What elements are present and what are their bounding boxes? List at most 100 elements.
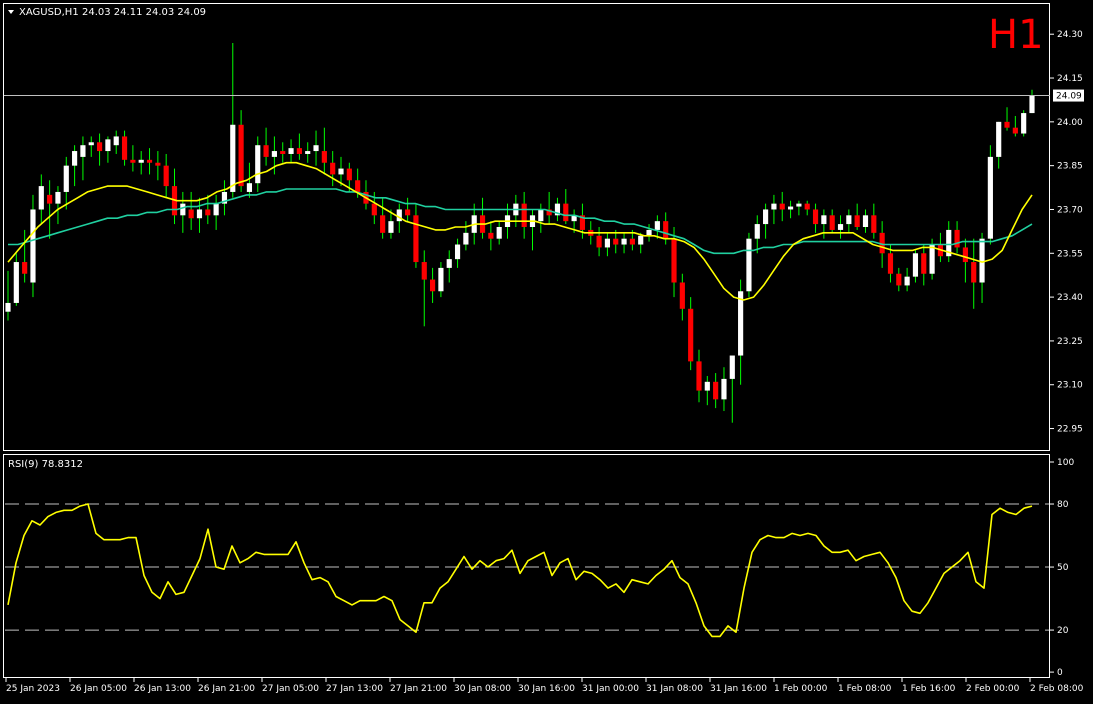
candle-body-bear <box>812 209 819 225</box>
candle-body-bear <box>613 238 619 245</box>
candle-body-bull <box>738 291 744 356</box>
candle-body-bull <box>996 121 1002 157</box>
candle-body-bull <box>979 238 985 283</box>
candle-body-bear <box>346 168 352 181</box>
rsi-tick-label: 20 <box>1057 626 1069 636</box>
time-tick-label: 26 Jan 13:00 <box>134 684 191 694</box>
candle-body-bull <box>55 191 61 204</box>
candle-body-bull <box>638 235 644 245</box>
current-price-label: 24.09 <box>1056 92 1082 102</box>
candle-body-bull <box>646 229 652 236</box>
candle-body-bull <box>80 145 86 157</box>
candle-body-bear <box>330 162 336 175</box>
candle-body-bear <box>521 203 527 227</box>
candle-body-bear <box>671 238 677 283</box>
candle-body-bull <box>846 215 852 225</box>
candle-body-bull <box>787 206 794 210</box>
candle-body-bull <box>446 259 452 268</box>
candle-body-bear <box>22 262 28 274</box>
candle-body-bear <box>1012 127 1018 134</box>
candle-body-bull <box>604 238 610 248</box>
candle-body-bull <box>746 238 752 292</box>
candle-body-bear <box>188 209 194 219</box>
price-tick-label: 24.15 <box>1057 74 1083 84</box>
candle-body-bull <box>313 145 319 152</box>
time-tick-label: 27 Jan 05:00 <box>262 684 319 694</box>
candle-body-bull <box>338 168 344 175</box>
candle-body-bear <box>962 247 968 263</box>
candle-body-bear <box>688 308 694 362</box>
price-tick-label: 23.55 <box>1057 249 1083 259</box>
rsi-tick-label: 80 <box>1057 500 1069 510</box>
ohlc-label: 24.03 24.11 24.03 24.09 <box>82 7 206 18</box>
time-tick-label: 31 Jan 16:00 <box>710 684 767 694</box>
candle-body-bear <box>871 215 877 233</box>
time-tick-label: 25 Jan 2023 <box>6 684 60 694</box>
time-tick-label: 1 Feb 16:00 <box>902 684 956 694</box>
candle-body-bear <box>321 151 327 163</box>
candle-body-bear <box>696 361 702 391</box>
candle-body-bull <box>904 276 910 286</box>
candle-body-bull <box>621 238 627 245</box>
candle-body-bear <box>563 203 569 222</box>
chart-canvas[interactable]: 24.30 24.15 24.00 23.85 23.70 23.55 23.40 23.25… <box>0 0 1093 700</box>
price-tick-label: 23.85 <box>1057 162 1083 172</box>
candle-body-bull <box>255 145 261 184</box>
candle-body-bull <box>454 244 461 260</box>
candle-body-bear <box>47 194 53 204</box>
candle-body-bull <box>196 209 203 219</box>
candle-body-bull <box>271 151 277 157</box>
candle-body-bull <box>88 142 94 146</box>
candle-body-bull <box>230 124 236 192</box>
time-tick-label: 26 Jan 21:00 <box>198 684 255 694</box>
price-tick-label: 23.10 <box>1057 381 1083 391</box>
time-tick-label: 2 Feb 08:00 <box>1030 684 1084 694</box>
time-tick-label: 31 Jan 00:00 <box>582 684 639 694</box>
candle-body-bull <box>13 262 19 303</box>
candle-body-bear <box>679 282 685 309</box>
candle-body-bull <box>929 244 935 274</box>
candle-body-bear <box>163 165 169 187</box>
rsi-label: RSI(9) 78.8312 <box>8 459 83 470</box>
candle-body-bull <box>754 224 760 239</box>
candle-body-bull <box>305 151 311 154</box>
candle-body-bear <box>887 253 894 274</box>
time-tick-label: 30 Jan 16:00 <box>518 684 575 694</box>
candle-body-bull <box>388 221 394 233</box>
candle-body-bear <box>804 203 810 210</box>
candle-body-bear <box>921 253 927 274</box>
candle-body-bear <box>96 142 103 152</box>
candle-body-bull <box>30 209 36 283</box>
candle-body-bull <box>538 209 544 222</box>
candle-body-bear <box>629 238 635 245</box>
candle-body-bull <box>771 203 777 210</box>
price-tick-label: 23.40 <box>1057 293 1083 303</box>
candle-body-bear <box>896 273 902 286</box>
time-tick-label: 1 Feb 08:00 <box>838 684 892 694</box>
candle-body-bull <box>180 203 186 216</box>
rsi-tick-label: 50 <box>1057 563 1069 573</box>
candle-body-bull <box>654 221 660 230</box>
candle-body-bear <box>779 203 785 210</box>
candle-body-bear <box>238 124 244 187</box>
candle-body-bull <box>1029 95 1035 114</box>
candle-body-bear <box>421 262 427 280</box>
candle-body-bull <box>72 151 78 166</box>
candle-body-bull <box>213 203 219 216</box>
timeframe-badge: H1 <box>988 12 1044 58</box>
candle-body-bull <box>763 209 769 225</box>
time-tick-label: 26 Jan 05:00 <box>70 684 127 694</box>
candle-body-bull <box>729 355 735 379</box>
candle-body-bear <box>121 136 128 160</box>
candle-body-bear <box>413 215 419 263</box>
candle-body-bull <box>796 203 802 207</box>
candle-body-bear <box>380 215 386 233</box>
candle-body-bull <box>862 215 869 227</box>
chart-background <box>0 0 1093 700</box>
candle-body-bull <box>438 267 444 292</box>
candle-body-bull <box>138 159 144 163</box>
candle-body-bull <box>38 186 44 210</box>
candle-body-bull <box>63 165 69 192</box>
candle-body-bear <box>829 215 835 230</box>
candle-body-bear <box>405 209 411 216</box>
